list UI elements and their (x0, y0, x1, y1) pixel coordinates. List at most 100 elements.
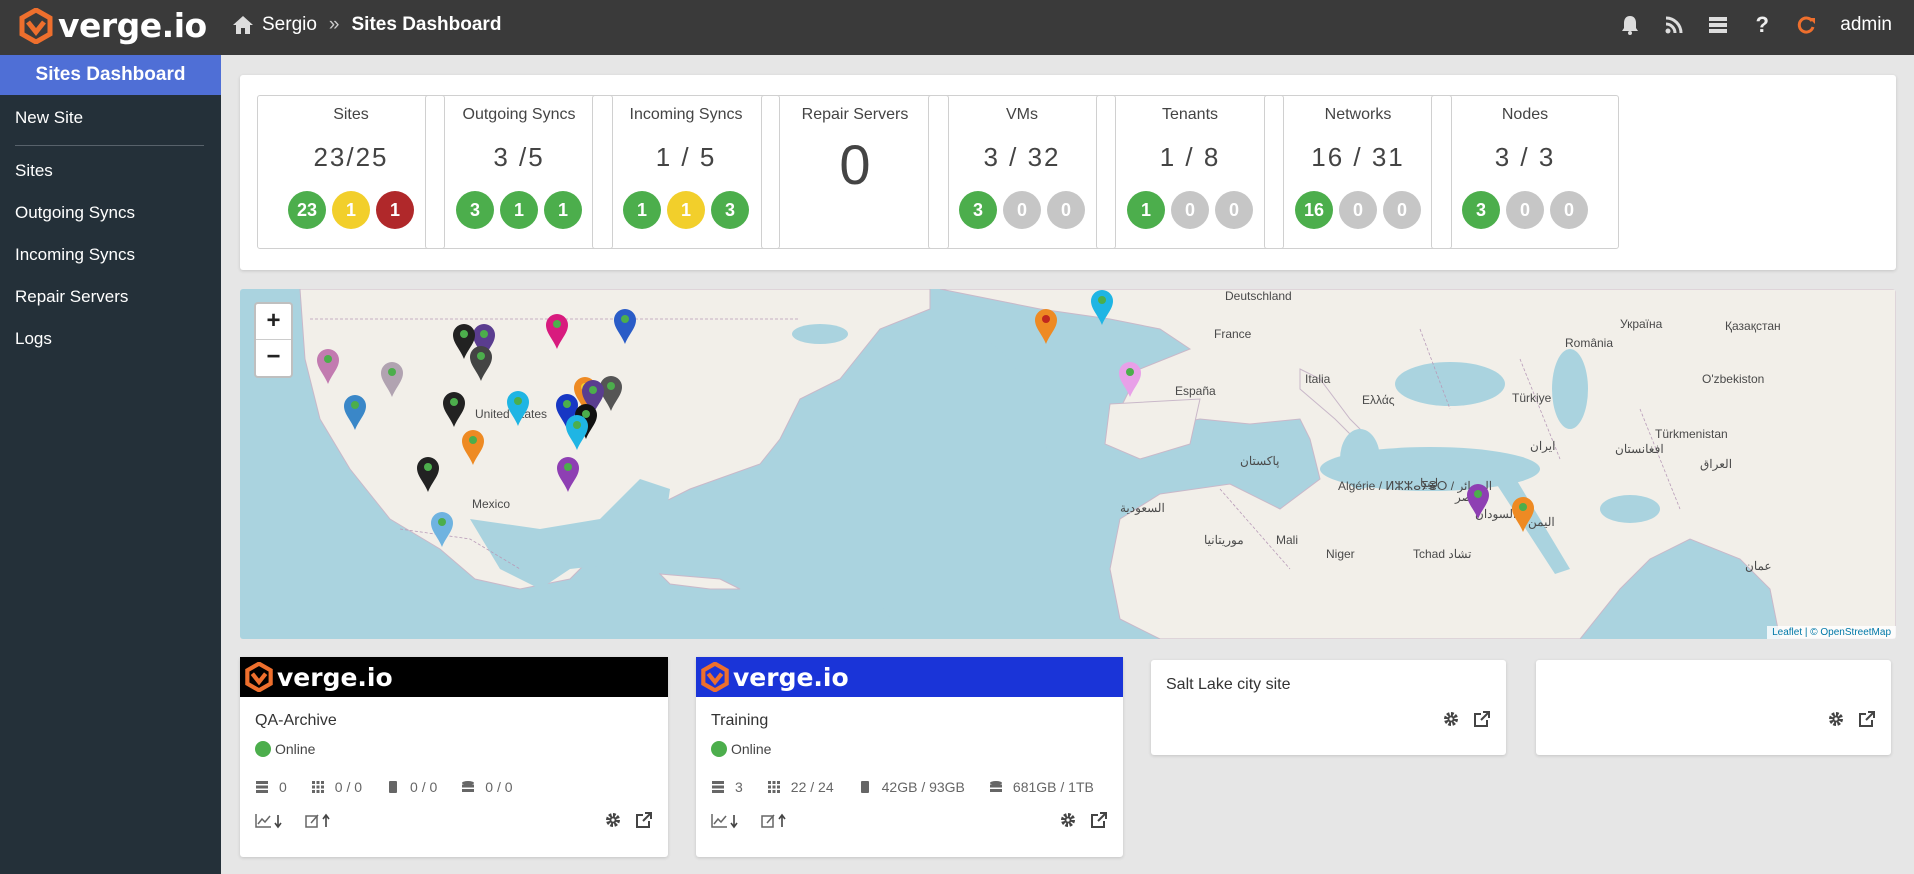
site-card-actions (1060, 812, 1107, 834)
verge-logo-icon (701, 662, 729, 692)
external-link-icon[interactable] (1090, 812, 1107, 834)
external-link-icon[interactable] (1858, 711, 1875, 733)
sidebar-item-repair-servers[interactable]: Repair Servers (0, 276, 221, 318)
map-place-label: Қазақстан (1725, 319, 1781, 333)
count-badge[interactable]: 3 (456, 191, 494, 229)
help-icon[interactable]: ? (1740, 12, 1784, 38)
site-card[interactable]: verge.io Training Online 3 22 / 24 42GB / … (696, 657, 1123, 857)
map-place-label: عمان (1745, 559, 1772, 573)
count-badge[interactable]: 1 (500, 191, 538, 229)
count-badge[interactable]: 0 (1506, 191, 1544, 229)
stat-badges: 100 (1097, 191, 1283, 229)
stat-value: 23/25 (313, 142, 389, 172)
verge-logo[interactable]: verge.io (18, 6, 207, 45)
gear-icon[interactable] (1060, 812, 1076, 834)
count-badge[interactable]: 0 (1215, 191, 1253, 229)
stat-title: Networks (1324, 106, 1392, 123)
home-icon[interactable] (232, 15, 254, 35)
stat-badges: 300 (929, 191, 1115, 229)
stat-badges: 300 (1432, 191, 1618, 229)
bell-icon[interactable] (1608, 15, 1652, 35)
stat-title: Outgoing Syncs (462, 106, 576, 123)
site-card-header: verge.io (696, 657, 1123, 697)
stat-title: VMs (1006, 106, 1038, 123)
gear-icon[interactable] (1828, 711, 1844, 733)
count-badge[interactable]: 0 (1339, 191, 1377, 229)
top-bar: verge.io Sergio » Sites Dashboard ? admi… (0, 0, 1914, 55)
sidebar-item-sites[interactable]: Sites (0, 150, 221, 192)
site-name[interactable]: Salt Lake city site (1166, 676, 1291, 694)
sidebar: Sites Dashboard New Site Sites Outgoing … (0, 55, 221, 874)
gear-icon[interactable] (1443, 711, 1459, 733)
zoom-in-button[interactable]: + (256, 304, 291, 340)
external-link-icon[interactable] (635, 812, 652, 834)
site-card[interactable]: Salt Lake city site (1151, 660, 1506, 755)
stat-outgoing-syncs[interactable]: Outgoing Syncs 3 /5 3 1 1 (425, 95, 613, 249)
map-place-label: العراق (1700, 457, 1733, 471)
sidebar-item-incoming-syncs[interactable]: Incoming Syncs (0, 234, 221, 276)
external-link-icon[interactable] (1473, 711, 1490, 733)
map-place-label: السعودية (1120, 501, 1165, 515)
server-icon[interactable] (1696, 16, 1740, 34)
count-badge[interactable]: 1 (1127, 191, 1165, 229)
stat-badges: 311 (426, 191, 612, 229)
count-badge[interactable]: 3 (711, 191, 749, 229)
stat-vms[interactable]: VMs 3 / 32 3 0 0 (928, 95, 1116, 249)
count-badge[interactable]: 0 (1003, 191, 1041, 229)
count-badge[interactable]: 0 (1171, 191, 1209, 229)
map-place-label: ليبيا (1420, 476, 1439, 490)
sidebar-item-sites-dashboard[interactable]: Sites Dashboard (0, 55, 221, 95)
count-badge[interactable]: 1 (332, 191, 370, 229)
edit-up-icon[interactable] (305, 813, 335, 832)
stat-networks[interactable]: Networks 16 / 31 16 0 0 (1264, 95, 1452, 249)
stat-sites[interactable]: Sites 23/25 23 1 1 (257, 95, 445, 249)
stat-nodes[interactable]: Nodes 3 / 3300 (1431, 95, 1619, 249)
breadcrumb-home[interactable]: Sergio (262, 14, 317, 36)
site-name[interactable]: Training (711, 712, 768, 730)
count-badge[interactable]: 1 (667, 191, 705, 229)
edit-up-icon[interactable] (761, 813, 791, 832)
count-badge[interactable]: 16 (1295, 191, 1333, 229)
gear-icon[interactable] (605, 812, 621, 834)
breadcrumb: Sergio » Sites Dashboard (232, 0, 501, 50)
metric-cores: 0 / 0 (311, 779, 362, 795)
stat-value: 16 / 31 (1311, 142, 1405, 172)
sites-map[interactable]: United States Mexico France Deutschland Espa… (240, 289, 1896, 639)
map-place-label: O'zbekiston (1702, 372, 1765, 386)
count-badge[interactable]: 0 (1047, 191, 1085, 229)
site-card-links (255, 813, 335, 832)
rss-icon[interactable] (1652, 16, 1696, 34)
sidebar-item-new-site[interactable]: New Site (0, 97, 221, 139)
count-badge[interactable]: 0 (1383, 191, 1421, 229)
count-badge[interactable]: 3 (1462, 191, 1500, 229)
map-place-label: France (1214, 327, 1252, 341)
stat-badges: 16 0 0 (1265, 191, 1451, 229)
chart-down-icon[interactable] (255, 813, 285, 832)
site-card[interactable] (1536, 660, 1891, 755)
sidebar-item-outgoing-syncs[interactable]: Outgoing Syncs (0, 192, 221, 234)
stats-panel: Sites 23/25 23 1 1 Outgoing Syncs 3 /5 3 1 1 Incom… (240, 75, 1896, 270)
count-badge[interactable]: 3 (959, 191, 997, 229)
map-place-label: موريتانيا (1204, 533, 1244, 547)
map-place-label: Türkiye (1512, 391, 1552, 405)
chart-down-icon[interactable] (711, 813, 741, 832)
count-badge[interactable]: 1 (623, 191, 661, 229)
stat-tenants[interactable]: Tenants 1 / 8100 (1096, 95, 1284, 249)
site-card[interactable]: verge.io QA-Archive Online 0 0 / 0 0 / 0 0… (240, 657, 668, 857)
map-place-label: افغانستان (1615, 442, 1664, 456)
refresh-icon[interactable] (1784, 15, 1828, 35)
stat-value: 3 /5 (493, 142, 545, 172)
stat-repair-servers[interactable]: Repair Servers 0 (761, 95, 949, 249)
user-menu[interactable]: admin (1840, 14, 1892, 36)
sidebar-item-logs[interactable]: Logs (0, 318, 221, 360)
zoom-out-button[interactable]: − (256, 340, 291, 376)
count-badge[interactable]: 0 (1550, 191, 1588, 229)
map-attribution[interactable]: Leaflet | © OpenStreetMap (1767, 626, 1896, 639)
breadcrumb-separator: » (328, 14, 340, 35)
site-name[interactable]: QA-Archive (255, 712, 337, 730)
stat-incoming-syncs[interactable]: Incoming Syncs 1 / 5113 (592, 95, 780, 249)
stat-title: Tenants (1161, 106, 1219, 123)
count-badge[interactable]: 1 (544, 191, 582, 229)
count-badge[interactable]: 23 (288, 191, 326, 229)
count-badge[interactable]: 1 (376, 191, 414, 229)
